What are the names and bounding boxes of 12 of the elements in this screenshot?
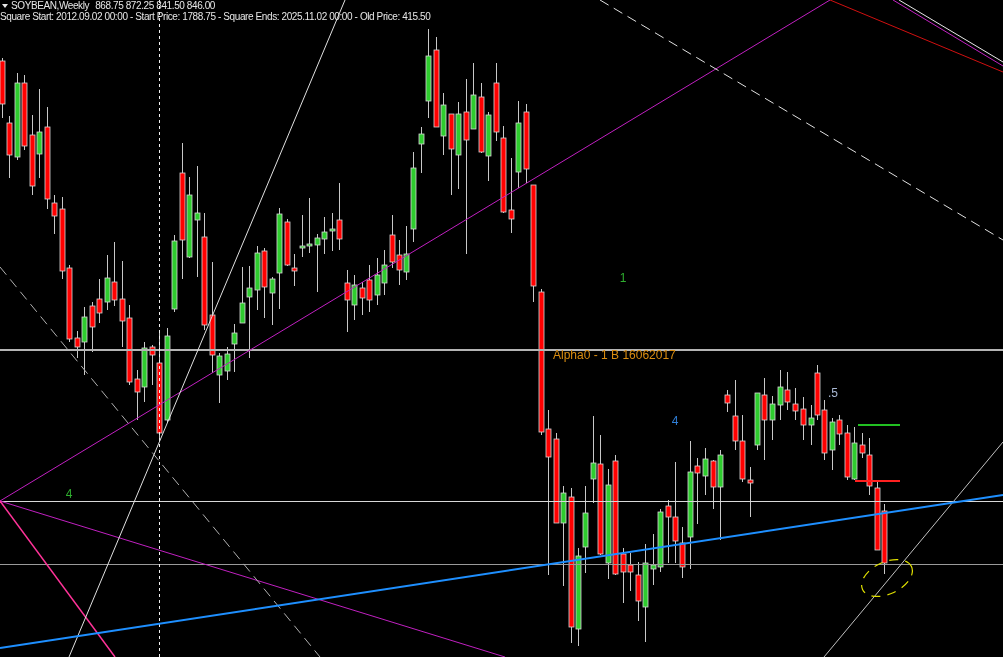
chart-label: 4 [65, 487, 73, 501]
symbol-title: SOYBEAN,Weekly [11, 0, 90, 11]
chart-label: 4 [671, 414, 679, 428]
ellipse-mark [861, 558, 913, 598]
chart-label: .5 [828, 386, 838, 400]
square-info-text: Square Start: 2012.09.02 00:00 - Start Price: 1788.75 - Square Ends: 2025.11.02 00:00 - Old Price: 415.50 [0, 11, 431, 22]
ohlc-values: 868.75 872.25 841.50 846.00 [95, 0, 216, 11]
chart-label: Alpha0 - 1 B 16062017 [553, 348, 676, 362]
level-line [854, 480, 901, 482]
caret-icon[interactable] [2, 3, 8, 8]
chart-label: 1 [619, 271, 627, 285]
level-line [857, 424, 901, 426]
